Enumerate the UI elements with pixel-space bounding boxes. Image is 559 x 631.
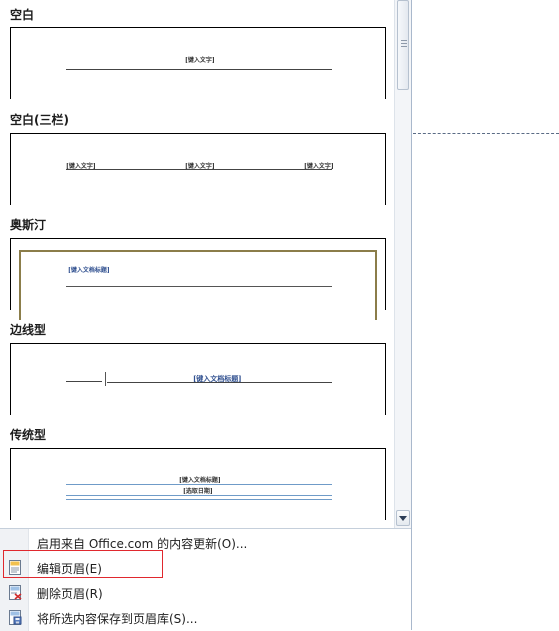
gallery-section-title: 边线型	[10, 323, 47, 337]
gallery-section-title: 空白	[10, 8, 35, 22]
gallery-item-sideline[interactable]: [键入文档标题]	[10, 343, 386, 415]
menu-item-save-to-gallery[interactable]: 将所选内容保存到页眉库(S)...	[0, 605, 411, 630]
gallery-section-title: 传统型	[10, 428, 47, 442]
placeholder-text: [键入文字]	[185, 57, 215, 64]
header-rule-top	[66, 484, 332, 485]
gallery-scrollbar[interactable]	[394, 0, 411, 528]
remove-header-icon	[8, 585, 22, 600]
placeholder-date: [选取日期]	[183, 488, 213, 495]
header-gallery-dropdown: 空白 [键入文字] 空白(三栏) [键入文字] [键入文字] [键入文字] 奥斯…	[0, 0, 412, 631]
highlight-annotation-box	[3, 550, 163, 578]
header-gallery: 空白 [键入文字] 空白(三栏) [键入文字] [键入文字] [键入文字] 奥斯…	[0, 0, 394, 528]
document-page[interactable]	[412, 0, 559, 630]
menu-item-remove-header[interactable]: 删除页眉(R)	[0, 580, 411, 605]
gallery-section-title: 空白(三栏)	[10, 113, 69, 127]
header-rule-bottom	[66, 499, 332, 500]
gallery-item-traditional[interactable]: [键入文档标题] [选取日期]	[10, 448, 386, 520]
gallery-item-blank-three-columns[interactable]: [键入文字] [键入文字] [键入文字]	[10, 133, 386, 205]
menu-item-label: 删除页眉(R)	[37, 587, 103, 601]
header-rule	[66, 286, 332, 287]
header-rule	[66, 69, 332, 70]
header-menu: 启用来自 Office.com 的内容更新(O)... 编辑页眉(E) 删除页眉…	[0, 528, 411, 631]
austin-frame	[19, 250, 377, 320]
menu-item-label: 将所选内容保存到页眉库(S)...	[37, 612, 198, 626]
chevron-down-icon	[399, 515, 407, 521]
save-to-gallery-icon	[8, 610, 22, 625]
scrollbar-thumb[interactable]	[397, 0, 409, 90]
scroll-down-button[interactable]	[396, 510, 410, 526]
placeholder-title: [键入文档标题]	[68, 267, 110, 274]
header-rule	[66, 169, 332, 170]
gallery-item-austin[interactable]: [键入文档标题]	[10, 238, 386, 320]
gallery-section-title: 奥斯汀	[10, 218, 47, 232]
placeholder-title: [键入文档标题]	[179, 477, 221, 484]
header-boundary-line	[413, 133, 559, 134]
gallery-item-blank[interactable]: [键入文字]	[10, 27, 386, 99]
header-rule-left	[66, 381, 102, 382]
header-rule-middle	[66, 495, 332, 496]
header-rule-right	[107, 382, 332, 383]
sideline-divider	[105, 372, 106, 386]
